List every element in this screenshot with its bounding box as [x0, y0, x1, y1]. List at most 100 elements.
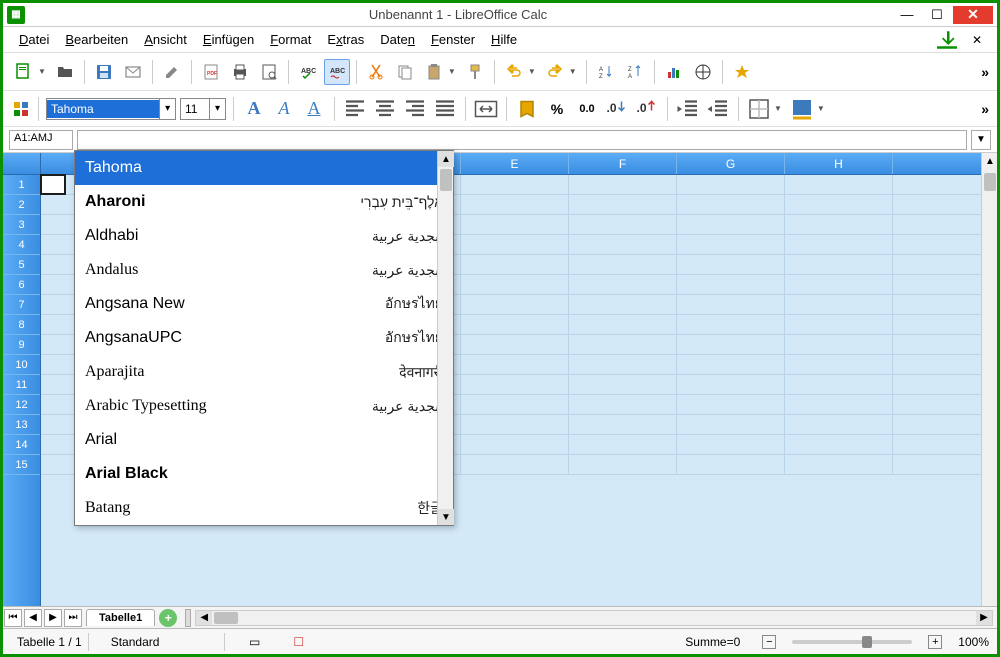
row-header[interactable]: 11: [3, 375, 40, 395]
cell[interactable]: [461, 375, 569, 394]
row-header[interactable]: 5: [3, 255, 40, 275]
cell[interactable]: [461, 175, 569, 194]
toolbar-overflow-button[interactable]: »: [981, 64, 989, 80]
cell[interactable]: [569, 395, 677, 414]
scroll-down-icon[interactable]: ▼: [438, 509, 454, 525]
cell[interactable]: [785, 275, 893, 294]
menu-bearbeiten[interactable]: Bearbeiten: [59, 30, 134, 49]
name-box[interactable]: A1:AMJ: [9, 130, 73, 150]
font-option[interactable]: Arabic Typesettingأبجدية عربية: [75, 389, 453, 423]
undo-button[interactable]: [501, 59, 527, 85]
cell[interactable]: [461, 415, 569, 434]
selection-mode-icon[interactable]: ☐: [291, 634, 307, 650]
cell[interactable]: [677, 355, 785, 374]
pdf-button[interactable]: PDF: [198, 59, 224, 85]
cell[interactable]: [461, 195, 569, 214]
autospell-button[interactable]: ABC: [324, 59, 350, 85]
chart-button[interactable]: [661, 59, 687, 85]
menu-hilfe[interactable]: Hilfe: [485, 30, 523, 49]
styles-button[interactable]: [11, 99, 31, 119]
paste-button[interactable]: [421, 59, 447, 85]
add-sheet-button[interactable]: +: [159, 609, 177, 627]
scroll-left-icon[interactable]: ◀: [196, 611, 212, 625]
menu-einfuegen[interactable]: Einfügen: [197, 30, 260, 49]
row-header[interactable]: 3: [3, 215, 40, 235]
font-option[interactable]: Angsana Newอักษรไทย: [75, 287, 453, 321]
cell[interactable]: [677, 175, 785, 194]
currency-button[interactable]: [514, 96, 540, 122]
menu-daten[interactable]: Daten: [374, 30, 421, 49]
tab-splitter[interactable]: [185, 609, 191, 627]
scroll-thumb[interactable]: [984, 173, 996, 191]
row-header[interactable]: 15: [3, 455, 40, 475]
cell[interactable]: [677, 395, 785, 414]
download-icon[interactable]: [937, 30, 957, 50]
font-option[interactable]: Batang한글: [75, 491, 453, 525]
cell[interactable]: [569, 275, 677, 294]
scroll-thumb[interactable]: [214, 612, 238, 624]
sheet-tab[interactable]: Tabelle1: [86, 609, 155, 626]
column-header[interactable]: G: [677, 153, 785, 174]
cell[interactable]: [569, 235, 677, 254]
decrease-indent-button[interactable]: [675, 96, 701, 122]
insert-mode-icon[interactable]: ▭: [247, 634, 263, 650]
vertical-scrollbar[interactable]: ▲: [981, 153, 997, 606]
borders-dropdown-icon[interactable]: ▼: [774, 104, 785, 113]
row-header[interactable]: 4: [3, 235, 40, 255]
tab-nav-first-button[interactable]: ⏮: [4, 609, 22, 627]
edit-button[interactable]: [159, 59, 185, 85]
bold-button[interactable]: A: [241, 96, 267, 122]
cell[interactable]: [461, 435, 569, 454]
select-all-corner[interactable]: [3, 153, 41, 175]
tab-nav-next-button[interactable]: ▶: [44, 609, 62, 627]
sort-asc-button[interactable]: AZ: [593, 59, 619, 85]
cell[interactable]: [677, 315, 785, 334]
row-header[interactable]: 2: [3, 195, 40, 215]
column-header[interactable]: H: [785, 153, 893, 174]
cell[interactable]: [461, 395, 569, 414]
row-header[interactable]: 9: [3, 335, 40, 355]
formula-input[interactable]: [77, 130, 967, 150]
align-right-button[interactable]: [402, 96, 428, 122]
column-header[interactable]: E: [461, 153, 569, 174]
menu-format[interactable]: Format: [264, 30, 317, 49]
sort-desc-button[interactable]: ZA: [622, 59, 648, 85]
font-option[interactable]: Arial: [75, 423, 453, 457]
horizontal-scrollbar[interactable]: ◀ ▶: [195, 610, 993, 626]
cell[interactable]: [461, 315, 569, 334]
cell[interactable]: [785, 375, 893, 394]
column-header[interactable]: F: [569, 153, 677, 174]
fmtbar-overflow-button[interactable]: »: [981, 101, 989, 117]
scroll-thumb[interactable]: [440, 169, 452, 191]
row-header[interactable]: 12: [3, 395, 40, 415]
cell[interactable]: [785, 435, 893, 454]
italic-button[interactable]: A: [271, 96, 297, 122]
cell[interactable]: [785, 255, 893, 274]
undo-dropdown-icon[interactable]: ▼: [528, 67, 539, 76]
bgcolor-dropdown-icon[interactable]: ▼: [817, 104, 828, 113]
font-option[interactable]: Andalusأبجدية عربية: [75, 253, 453, 287]
cell[interactable]: [461, 255, 569, 274]
font-dropdown-scrollbar[interactable]: ▲ ▼: [437, 151, 453, 525]
cell[interactable]: [569, 355, 677, 374]
row-header[interactable]: 6: [3, 275, 40, 295]
cell-a1[interactable]: [41, 175, 65, 194]
font-option[interactable]: Tahoma: [75, 151, 453, 185]
zoom-value[interactable]: 100%: [958, 635, 989, 649]
font-size-dropdown-icon[interactable]: ▾: [209, 99, 225, 119]
tab-nav-prev-button[interactable]: ◀: [24, 609, 42, 627]
cell[interactable]: [569, 175, 677, 194]
cell[interactable]: [677, 235, 785, 254]
cell[interactable]: [785, 355, 893, 374]
cell[interactable]: [785, 315, 893, 334]
formula-dropdown-icon[interactable]: ▼: [971, 130, 991, 150]
row-header[interactable]: 8: [3, 315, 40, 335]
percent-button[interactable]: %: [544, 96, 570, 122]
zoom-in-button[interactable]: +: [928, 635, 942, 649]
font-option[interactable]: Arial Black: [75, 457, 453, 491]
cell[interactable]: [461, 215, 569, 234]
font-name-input[interactable]: [47, 100, 159, 118]
open-button[interactable]: [52, 59, 78, 85]
format-paint-button[interactable]: [462, 59, 488, 85]
cell[interactable]: [785, 395, 893, 414]
